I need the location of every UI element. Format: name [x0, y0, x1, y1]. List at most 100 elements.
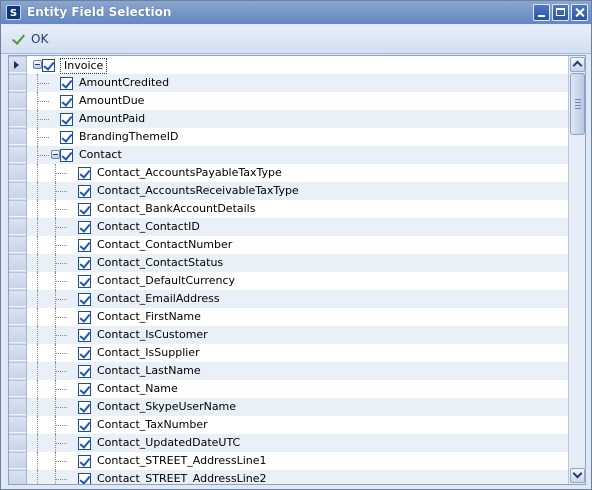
- tree-connector: [37, 83, 49, 84]
- list-item[interactable]: Contact_FirstName: [27, 308, 568, 326]
- scroll-down-icon[interactable]: [570, 468, 585, 483]
- checkbox[interactable]: [78, 401, 91, 414]
- checkbox[interactable]: [60, 95, 73, 108]
- tree-connector: [37, 416, 38, 434]
- tree-connector: [37, 398, 38, 416]
- tree-node-label: Contact: [79, 148, 122, 161]
- tree-connector: [37, 155, 49, 156]
- list-item[interactable]: Contact_BankAccountDetails: [27, 200, 568, 218]
- list-item[interactable]: Contact_AccountsReceivableTaxType: [27, 182, 568, 200]
- checkbox[interactable]: [60, 77, 73, 90]
- row-indicator[interactable]: [9, 344, 26, 361]
- tree-connector: [55, 227, 67, 228]
- checkbox[interactable]: [78, 293, 91, 306]
- checkbox[interactable]: [78, 203, 91, 216]
- tree-connector: [55, 209, 67, 210]
- list-item[interactable]: Contact_STREET_AddressLine1: [27, 452, 568, 470]
- row-indicator[interactable]: [9, 110, 26, 127]
- row-indicator[interactable]: [9, 380, 26, 397]
- tree-node[interactable]: BrandingThemeID: [27, 128, 568, 146]
- checkbox[interactable]: [78, 365, 91, 378]
- checkbox[interactable]: [78, 383, 91, 396]
- collapse-contact-icon[interactable]: [51, 150, 60, 159]
- tree-connector: [37, 119, 49, 120]
- current-row-arrow-icon: [14, 61, 19, 69]
- checkbox[interactable]: [78, 437, 91, 450]
- list-item[interactable]: Contact_IsSupplier: [27, 344, 568, 362]
- tree-node[interactable]: AmountCredited: [27, 74, 568, 92]
- vertical-scrollbar[interactable]: [568, 56, 585, 484]
- row-indicator[interactable]: [9, 398, 26, 415]
- list-item[interactable]: Contact_SkypeUserName: [27, 398, 568, 416]
- tree-node[interactable]: AmountPaid: [27, 110, 568, 128]
- title-bar[interactable]: S Entity Field Selection: [1, 1, 591, 24]
- tree-connector: [55, 335, 67, 336]
- list-item[interactable]: Contact_DefaultCurrency: [27, 272, 568, 290]
- row-indicator[interactable]: [9, 416, 26, 433]
- row-indicator[interactable]: [9, 200, 26, 217]
- checkbox[interactable]: [78, 239, 91, 252]
- maximize-icon[interactable]: [552, 4, 569, 21]
- close-icon[interactable]: [571, 4, 588, 21]
- checkbox[interactable]: [42, 59, 55, 72]
- row-indicator[interactable]: [9, 326, 26, 343]
- list-item[interactable]: Contact_AccountsPayableTaxType: [27, 164, 568, 182]
- tree-node[interactable]: AmountDue: [27, 92, 568, 110]
- row-indicator[interactable]: [9, 128, 26, 145]
- row-indicator[interactable]: [9, 272, 26, 289]
- list-item[interactable]: Contact_EmailAddress: [27, 290, 568, 308]
- ok-button[interactable]: OK: [8, 28, 53, 50]
- row-indicator[interactable]: [9, 182, 26, 199]
- list-item[interactable]: Contact_ContactStatus: [27, 254, 568, 272]
- checkbox[interactable]: [78, 311, 91, 324]
- checkbox[interactable]: [78, 329, 91, 342]
- row-indicator[interactable]: [9, 164, 26, 181]
- list-item[interactable]: Contact_IsCustomer: [27, 326, 568, 344]
- row-indicator[interactable]: [9, 56, 26, 73]
- collapse-invoice-icon[interactable]: [33, 60, 42, 69]
- list-item[interactable]: Contact_STREET_AddressLine2: [27, 470, 568, 484]
- checkbox[interactable]: [60, 113, 73, 126]
- list-item[interactable]: Contact_UpdatedDateUTC: [27, 434, 568, 452]
- list-item[interactable]: Contact_ContactNumber: [27, 236, 568, 254]
- tree-node[interactable]: Contact: [27, 146, 568, 164]
- row-indicator[interactable]: [9, 470, 26, 484]
- tree-connector: [37, 452, 38, 470]
- row-indicator[interactable]: [9, 434, 26, 451]
- tree-connector: [55, 380, 56, 398]
- row-indicator[interactable]: [9, 308, 26, 325]
- scroll-thumb[interactable]: [570, 73, 585, 135]
- checkbox[interactable]: [60, 131, 73, 144]
- row-indicator[interactable]: [9, 74, 26, 91]
- tree-connector: [55, 371, 67, 372]
- tree-connector: [55, 434, 56, 452]
- row-indicator[interactable]: [9, 92, 26, 109]
- checkbox[interactable]: [78, 455, 91, 468]
- list-item[interactable]: Contact_Name: [27, 380, 568, 398]
- checkbox[interactable]: [78, 275, 91, 288]
- row-indicator[interactable]: [9, 254, 26, 271]
- checkbox[interactable]: [78, 167, 91, 180]
- tree-connector: [55, 191, 67, 192]
- checkbox[interactable]: [78, 185, 91, 198]
- checkbox[interactable]: [78, 473, 91, 484]
- checkbox[interactable]: [60, 149, 73, 162]
- row-indicator[interactable]: [9, 218, 26, 235]
- checkbox[interactable]: [78, 347, 91, 360]
- row-indicator[interactable]: [9, 290, 26, 307]
- row-indicator[interactable]: [9, 146, 26, 163]
- tree-connector: [55, 407, 67, 408]
- checkbox[interactable]: [78, 221, 91, 234]
- minimize-icon[interactable]: [533, 4, 550, 21]
- checkbox[interactable]: [78, 419, 91, 432]
- scroll-up-icon[interactable]: [570, 57, 585, 72]
- row-indicator[interactable]: [9, 452, 26, 469]
- tree-node-label: Contact_ContactID: [97, 220, 200, 233]
- row-indicator[interactable]: [9, 362, 26, 379]
- list-item[interactable]: Contact_ContactID: [27, 218, 568, 236]
- list-item[interactable]: Contact_TaxNumber: [27, 416, 568, 434]
- tree-node[interactable]: Invoice: [27, 56, 568, 74]
- row-indicator[interactable]: [9, 236, 26, 253]
- checkbox[interactable]: [78, 257, 91, 270]
- list-item[interactable]: Contact_LastName: [27, 362, 568, 380]
